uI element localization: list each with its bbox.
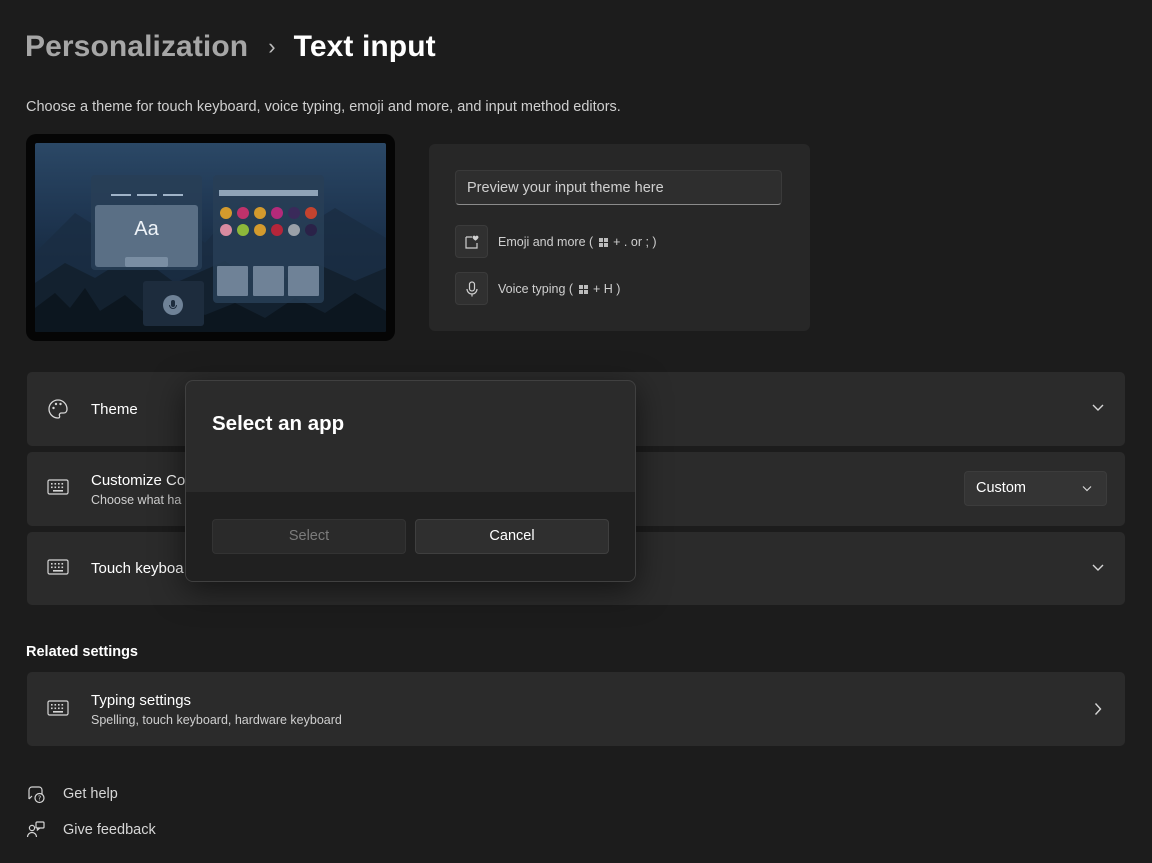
input-theme-preview-panel: Preview your input theme here Emoji and …	[429, 144, 810, 331]
keyboard-icon	[47, 559, 69, 575]
dropdown-value: Custom	[976, 480, 1026, 496]
emoji-icon	[455, 225, 488, 258]
voice-panel-preview	[143, 281, 204, 326]
color-swatch	[220, 207, 232, 219]
emoji-panel-preview	[213, 175, 324, 303]
typing-settings-title: Typing settings	[91, 692, 192, 709]
voice-shortcut-row: Voice typing ( + H )	[455, 272, 620, 305]
select-app-dialog: Select an app Select Cancel	[185, 380, 636, 582]
preview-input-field[interactable]: Preview your input theme here	[455, 170, 782, 205]
page-description: Choose a theme for touch keyboard, voice…	[26, 99, 621, 115]
microphone-icon	[455, 272, 488, 305]
keyboard-icon	[47, 700, 69, 716]
give-feedback-label: Give feedback	[63, 822, 156, 838]
color-swatch	[237, 224, 249, 236]
get-help-link[interactable]: ? Get help	[26, 784, 118, 804]
typing-settings-card[interactable]: Typing settings Spelling, touch keyboard…	[27, 672, 1125, 746]
color-swatch	[220, 224, 232, 236]
color-swatch	[254, 207, 266, 219]
touch-keyboard-title: Touch keyboa	[91, 560, 184, 577]
customize-title: Customize Co	[91, 472, 186, 489]
color-swatch	[288, 207, 300, 219]
theme-preview-image: Aa	[26, 134, 395, 341]
give-feedback-link[interactable]: Give feedback	[26, 820, 156, 840]
sample-text: Aa	[134, 218, 159, 240]
customize-dropdown[interactable]: Custom	[964, 471, 1107, 506]
page-title: Text input	[293, 30, 436, 63]
color-swatch	[305, 207, 317, 219]
dialog-footer: Select Cancel	[186, 492, 635, 581]
select-button[interactable]: Select	[212, 519, 406, 554]
color-swatch	[271, 207, 283, 219]
color-swatch	[237, 207, 249, 219]
help-icon: ?	[28, 786, 45, 804]
emoji-shortcut-label: Emoji and more ( + . or ; )	[498, 234, 657, 249]
chevron-right-icon	[1094, 703, 1102, 715]
breadcrumb-personalization[interactable]: Personalization	[25, 30, 248, 64]
preview-tile	[217, 266, 248, 296]
preview-tile	[288, 266, 319, 296]
palette-icon	[48, 399, 68, 419]
color-swatch	[254, 224, 266, 236]
get-help-label: Get help	[63, 786, 118, 802]
windows-key-icon	[598, 237, 608, 247]
theme-title: Theme	[91, 401, 138, 418]
color-swatch	[288, 224, 300, 236]
preview-tile	[253, 266, 284, 296]
keyboard-icon	[47, 479, 69, 495]
dialog-title: Select an app	[212, 412, 345, 435]
keyboard-preview-left: Aa	[91, 175, 202, 270]
cancel-button[interactable]: Cancel	[415, 519, 609, 554]
chevron-down-icon	[1082, 486, 1092, 492]
color-swatch	[271, 224, 283, 236]
keyboard-key-area: Aa	[95, 205, 198, 267]
typing-settings-subtitle: Spelling, touch keyboard, hardware keybo…	[91, 713, 342, 727]
svg-text:?: ?	[38, 795, 42, 803]
windows-key-icon	[578, 284, 588, 294]
mountain-background	[35, 198, 386, 332]
space-key	[125, 257, 168, 267]
emoji-search-bar	[219, 190, 318, 196]
settings-page: Personalization › Text input Choose a th…	[0, 0, 1152, 863]
color-swatch	[305, 224, 317, 236]
customize-subtitle: Choose what ha	[91, 493, 182, 507]
microphone-icon	[163, 295, 183, 315]
related-settings-heading: Related settings	[26, 644, 138, 660]
chevron-down-icon[interactable]	[1091, 563, 1105, 573]
theme-preview-screen: Aa	[35, 143, 386, 332]
feedback-icon	[26, 821, 45, 838]
suggestion-bar	[111, 194, 183, 196]
breadcrumb-separator: ›	[268, 34, 276, 59]
chevron-down-icon[interactable]	[1091, 403, 1105, 413]
voice-shortcut-label: Voice typing ( + H )	[498, 281, 621, 296]
emoji-shortcut-row: Emoji and more ( + . or ; )	[455, 225, 657, 258]
breadcrumb: Personalization › Text input	[25, 30, 436, 64]
